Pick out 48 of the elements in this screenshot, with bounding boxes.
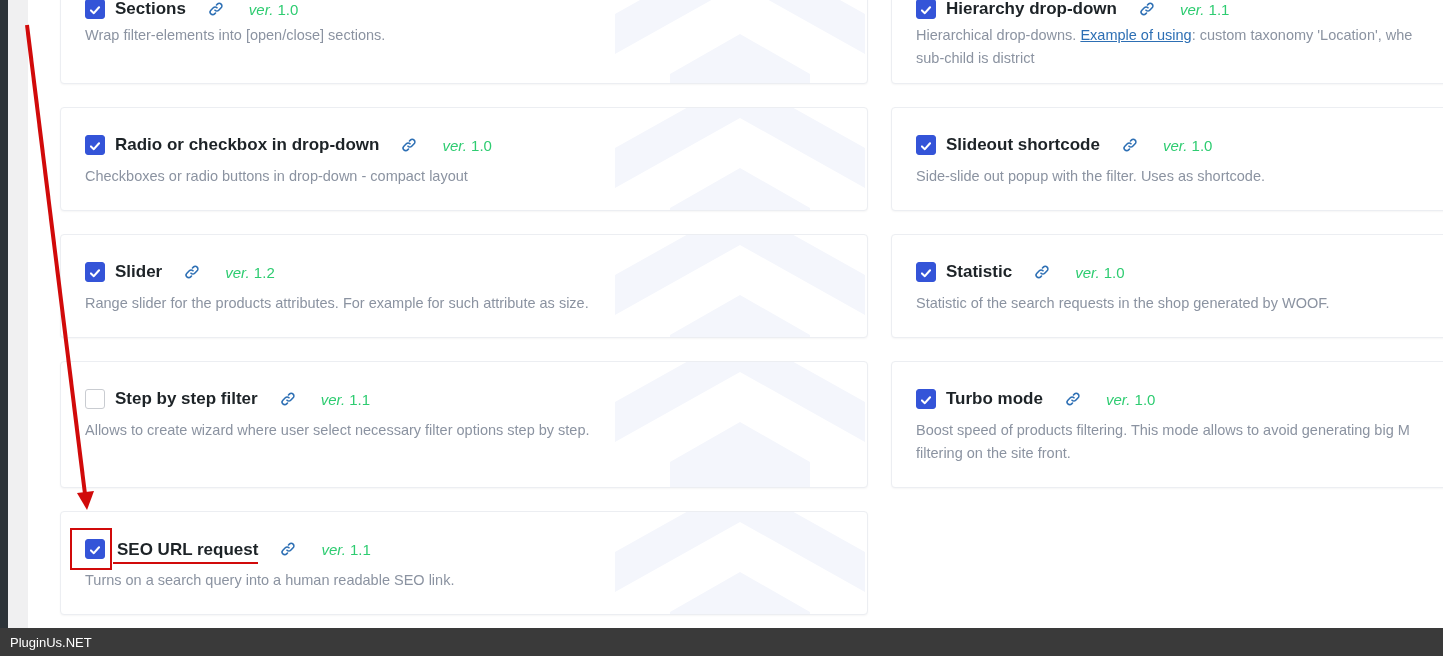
extension-description: Side-slide out popup with the filter. Uses as shortcode.	[916, 167, 1266, 186]
extension-description: Range slider for the products attributes. For example for such attribute as size.	[85, 294, 590, 313]
version-label: ver. 1.0	[442, 136, 492, 154]
extension-description: Wrap filter-elements into [open/close] sections.	[85, 26, 387, 45]
extension-description: Hierarchical drop-downs. Example of using: custom taxonomy 'Location', whe	[916, 26, 1414, 45]
extension-title: Slideout shortcode	[946, 135, 1100, 155]
checkbox[interactable]	[85, 135, 105, 155]
version-label: ver. 1.0	[1162, 136, 1213, 154]
extension-title: Turbo mode	[946, 389, 1043, 409]
extension-title: Statistic	[946, 262, 1013, 282]
extension-title: Step by step filter	[115, 389, 258, 409]
extension-description: Statistic of the search requests in the shop generated by WOOF.	[916, 294, 1331, 313]
example-link[interactable]: Example of using	[1080, 27, 1192, 43]
version-label: ver. 1.1	[1179, 0, 1230, 18]
version-label: ver. 1.1	[321, 540, 371, 558]
link-icon[interactable]	[1121, 137, 1138, 153]
link-icon[interactable]	[207, 1, 224, 17]
version-label: ver. 1.1	[320, 390, 371, 408]
checkbox[interactable]	[85, 0, 105, 19]
extension-title: Hierarchy drop-down	[946, 0, 1117, 19]
checkbox[interactable]	[916, 135, 936, 155]
extension-description: Turns on a search query into a human readable SEO link.	[85, 571, 456, 590]
extension-title: SEO URL request	[113, 540, 259, 564]
link-icon[interactable]	[1064, 391, 1081, 407]
footer-label: PluginUs.NET	[10, 634, 92, 650]
checkbox[interactable]	[85, 539, 105, 559]
extension-description: Allows to create wizard where user select necessary filter options step by step.	[85, 421, 591, 440]
link-icon[interactable]	[280, 541, 297, 557]
extension-title: Slider	[115, 262, 163, 282]
version-label: ver. 1.0	[1105, 390, 1156, 408]
extension-description: Checkboxes or radio buttons in drop-down - compact layout	[85, 167, 469, 186]
checkbox[interactable]	[916, 0, 936, 19]
checkbox[interactable]	[85, 262, 105, 282]
extension-title: Sections	[115, 0, 186, 19]
link-icon[interactable]	[279, 391, 296, 407]
extension-title: Radio or checkbox in drop-down	[115, 135, 380, 155]
extension-description: filtering on the site front.	[916, 444, 1072, 463]
link-icon[interactable]	[1138, 1, 1155, 17]
link-icon[interactable]	[184, 264, 201, 280]
checkbox[interactable]	[916, 389, 936, 409]
extension-description: sub-child is district	[916, 49, 1036, 68]
link-icon[interactable]	[1034, 264, 1051, 280]
version-label: ver. 1.2	[225, 263, 275, 281]
link-icon[interactable]	[401, 137, 418, 153]
version-label: ver. 1.0	[1075, 263, 1125, 281]
extension-description: Boost speed of products filtering. This mode allows to avoid generating big M	[916, 421, 1411, 440]
checkbox[interactable]	[916, 262, 936, 282]
version-label: ver. 1.0	[248, 0, 299, 18]
